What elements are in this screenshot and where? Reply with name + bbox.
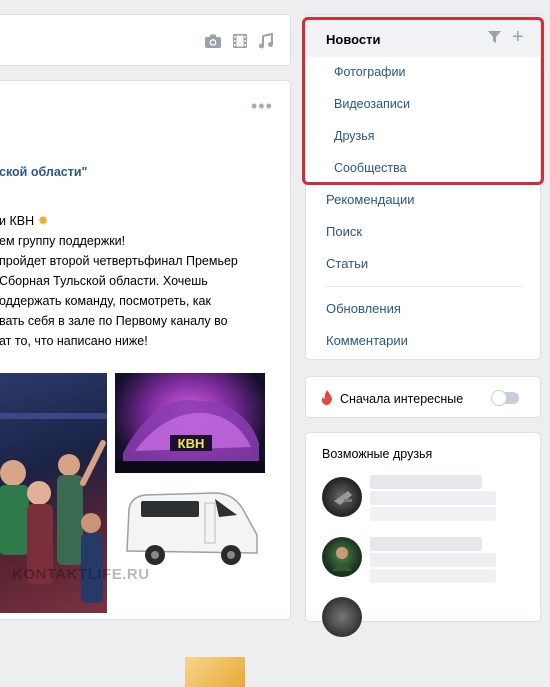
filter-icon[interactable] xyxy=(488,31,501,46)
post-text-line: оддержать команду, посмотреть, как xyxy=(0,294,211,308)
music-icon[interactable] xyxy=(258,33,274,49)
burst-emoji-icon: ✸ xyxy=(37,213,49,228)
friend-info-blurred xyxy=(370,507,496,521)
nav-sub-photos[interactable]: Фотографии xyxy=(334,65,405,79)
interesting-first-setting[interactable]: Сначала интересные xyxy=(305,376,541,418)
nav-sub-friends[interactable]: Друзья xyxy=(334,129,375,143)
post-text-line: вать себя в зале по Первому каналу во xyxy=(0,314,228,328)
post-group-name[interactable]: ской области" xyxy=(0,165,87,179)
friend-name-blurred[interactable] xyxy=(370,475,482,489)
nav-news-label: Новости xyxy=(326,32,381,47)
friend-name-blurred[interactable] xyxy=(370,537,482,551)
nav-item-updates[interactable]: Обновления xyxy=(326,301,401,316)
nav-item-recommendations[interactable]: Рекомендации xyxy=(326,192,415,207)
nav-divider xyxy=(326,286,522,287)
plus-icon[interactable]: + xyxy=(512,27,524,47)
post-photo-ticket[interactable] xyxy=(185,657,245,687)
camera-icon[interactable] xyxy=(204,33,222,49)
friend-info-blurred xyxy=(370,569,496,583)
interesting-first-toggle[interactable] xyxy=(491,390,519,406)
post-text: и КВН ✸ ем группу поддержки! пройдет вто… xyxy=(0,211,289,351)
nav-sub-videos[interactable]: Видеозаписи xyxy=(334,97,410,111)
toggle-knob xyxy=(491,390,507,406)
feed-post: ••• ской области" и КВН ✸ ем группу подд… xyxy=(0,80,291,687)
friend-info-blurred xyxy=(370,491,496,505)
post-composer[interactable] xyxy=(0,14,291,66)
friend-info-blurred xyxy=(370,553,496,567)
post-text-line: и КВН ✸ xyxy=(0,213,49,228)
post-text-line: пройдет второй четвертьфинал Премьер xyxy=(0,254,238,268)
nav-item-articles[interactable]: Статьи xyxy=(326,256,368,271)
nav-item-search[interactable]: Поиск xyxy=(326,224,362,239)
film-icon[interactable] xyxy=(232,33,248,49)
possible-friends: Возможные друзья xyxy=(305,432,541,637)
more-options-icon[interactable]: ••• xyxy=(251,97,273,115)
avatar[interactable] xyxy=(322,477,362,517)
composer-attachments xyxy=(204,33,274,49)
post-text-line: ат то, что написано ниже! xyxy=(0,334,148,348)
nav-item-news[interactable]: Новости + xyxy=(306,15,540,57)
post-text-line: Сборная Тульской области. Хочешь xyxy=(0,274,208,288)
post-text-line: ем группу поддержки! xyxy=(0,234,126,248)
kvn-sign: КВН xyxy=(178,436,205,451)
site-watermark: KONTAKTLIFE.RU xyxy=(12,566,150,583)
possible-friends-title: Возможные друзья xyxy=(322,447,433,461)
avatar[interactable] xyxy=(322,537,362,577)
post-photo-minibus[interactable] xyxy=(115,479,265,579)
nav-sub-communities[interactable]: Сообщества xyxy=(334,161,407,175)
avatar[interactable] xyxy=(322,597,362,637)
interesting-first-label: Сначала интересные xyxy=(340,392,464,406)
nav-item-comments[interactable]: Комментарии xyxy=(326,333,408,348)
post-photo-kvn-stage[interactable]: КВН xyxy=(115,373,265,473)
news-navigation: Новости + Фотографии Видеозаписи Друзья … xyxy=(305,14,541,360)
fire-icon xyxy=(321,390,333,408)
